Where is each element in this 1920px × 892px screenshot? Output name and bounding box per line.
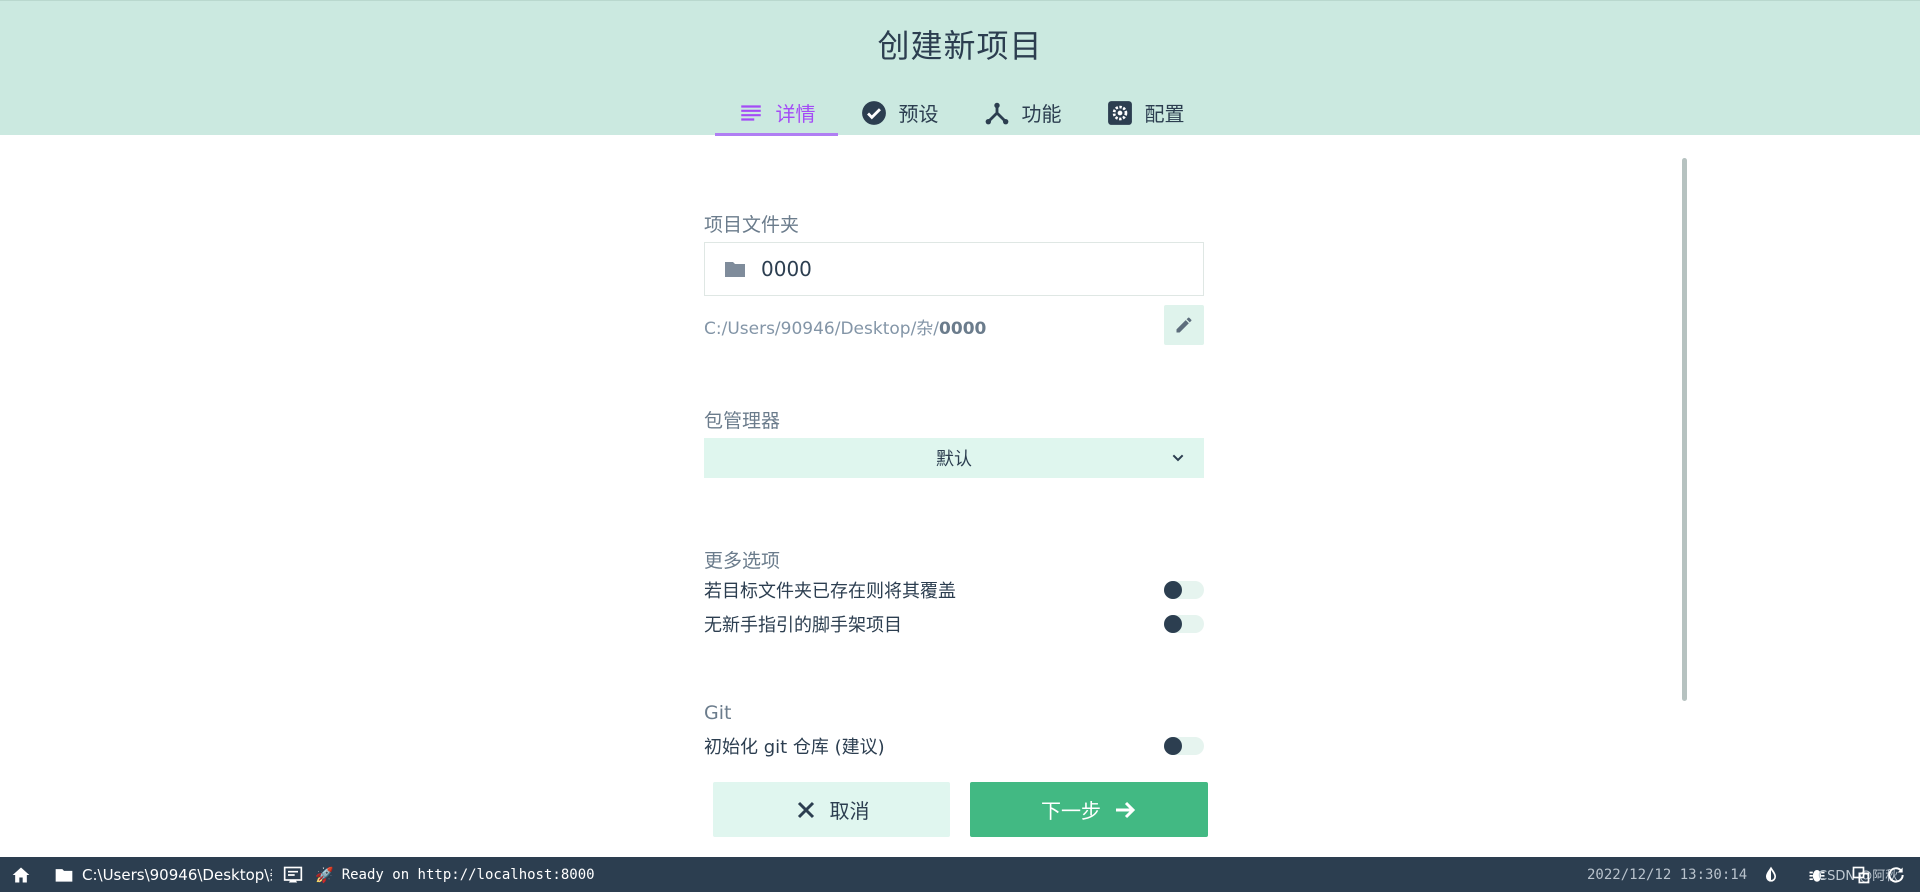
pencil-icon <box>1176 317 1192 333</box>
option-no-guide: 无新手指引的脚手架项目 <box>704 609 1204 639</box>
scrollbar[interactable] <box>1682 158 1687 701</box>
toggle-knob <box>1164 737 1182 755</box>
cwd-text: C:\Users\90946\Desktop\杂 <box>82 866 272 884</box>
folder-label: 项目文件夹 <box>704 214 800 236</box>
tab-features[interactable]: 功能 <box>961 89 1084 136</box>
cwd-button[interactable]: C:\Users\90946\Desktop\杂 <box>54 857 272 892</box>
package-manager-select[interactable]: 默认 <box>704 438 1204 478</box>
arrow-right-icon <box>1116 801 1136 818</box>
no-guide-toggle[interactable] <box>1164 615 1204 633</box>
git-init-toggle[interactable] <box>1164 737 1204 755</box>
more-options-label: 更多选项 <box>704 550 781 572</box>
refresh-icon <box>1888 866 1904 883</box>
log-button[interactable]: 🚀 Ready on http://localhost:8000 <box>283 857 595 892</box>
cancel-label: 取消 <box>829 799 870 823</box>
chevron-down-icon <box>1172 454 1184 462</box>
translate-icon <box>1852 866 1870 883</box>
timestamp: 2022/12/12 13:30:14 <box>1587 866 1748 883</box>
package-manager-value: 默认 <box>936 449 972 470</box>
tab-presets[interactable]: 预设 <box>838 89 961 136</box>
package-manager-label: 包管理器 <box>704 410 781 432</box>
toggle-knob <box>1164 615 1182 633</box>
home-button[interactable] <box>11 857 31 892</box>
overwrite-toggle[interactable] <box>1164 581 1204 599</box>
option-git-init: 初始化 git 仓库 (建议) <box>704 731 1204 761</box>
folder-icon <box>725 262 745 277</box>
list-icon <box>740 104 761 121</box>
fork-icon <box>985 102 1008 124</box>
option-label: 初始化 git 仓库 (建议) <box>704 737 885 758</box>
home-icon <box>12 867 30 882</box>
gear-icon <box>1107 100 1132 125</box>
tab-label: 配置 <box>1144 102 1185 126</box>
option-label: 无新手指引的脚手架项目 <box>704 615 902 636</box>
tab-details[interactable]: 详情 <box>715 89 838 136</box>
terminal-icon <box>283 866 303 882</box>
rocket-icon: 🚀 <box>315 865 334 884</box>
status-bar: C:\Users\90946\Desktop\杂 🚀 Ready on http… <box>0 857 1920 892</box>
option-overwrite: 若目标文件夹已存在则将其覆盖 <box>704 575 1204 605</box>
option-label: 若目标文件夹已存在则将其覆盖 <box>704 581 956 602</box>
contrast-icon <box>1766 866 1776 882</box>
tab-config[interactable]: 配置 <box>1084 89 1207 136</box>
header: 创建新项目 详情 预设 功能 配置 <box>0 0 1920 136</box>
page-title: 创建新项目 <box>877 27 1043 65</box>
theme-toggle[interactable] <box>1761 857 1781 892</box>
translate-button[interactable] <box>1851 857 1871 892</box>
cancel-button[interactable]: 取消 <box>713 782 950 837</box>
next-label: 下一步 <box>1041 799 1101 823</box>
folder-path: C:/Users/90946/Desktop/杂/0000 <box>704 319 987 339</box>
folder-icon <box>55 868 73 882</box>
toggle-knob <box>1164 581 1182 599</box>
log-text: Ready on http://localhost:8000 <box>341 866 595 883</box>
next-button[interactable]: 下一步 <box>970 782 1208 837</box>
step-tabs: 详情 预设 功能 配置 <box>715 89 1207 136</box>
folder-name-input[interactable]: 0000 <box>704 242 1204 296</box>
tab-label: 预设 <box>898 102 939 126</box>
tab-label: 功能 <box>1021 102 1062 126</box>
close-icon <box>797 801 814 818</box>
folder-name-value: 0000 <box>761 257 812 281</box>
refresh-button[interactable] <box>1886 857 1906 892</box>
git-label: Git <box>704 702 732 724</box>
check-circle-icon <box>861 100 886 125</box>
edit-path-button[interactable] <box>1164 305 1204 345</box>
tab-label: 详情 <box>775 102 816 126</box>
